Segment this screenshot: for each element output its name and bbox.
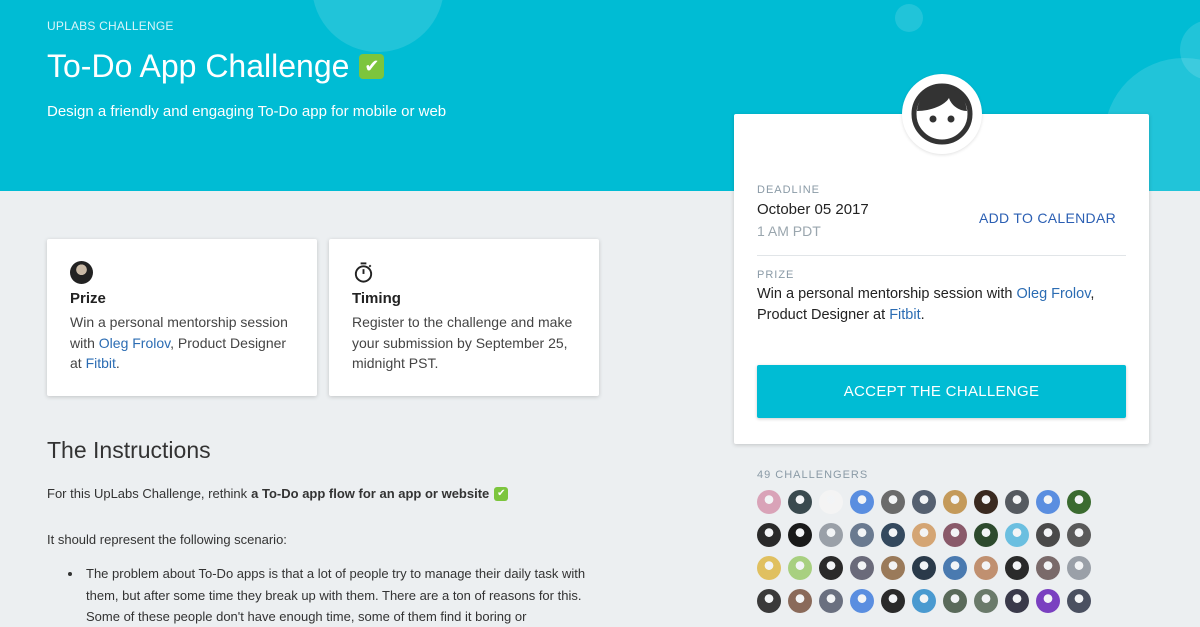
challenger-avatar[interactable] [757, 589, 781, 613]
oleg-frolov-link[interactable]: Oleg Frolov [1017, 286, 1091, 302]
challenger-avatar[interactable] [850, 490, 874, 514]
challenger-avatar[interactable] [912, 556, 936, 580]
challenger-avatar[interactable] [850, 523, 874, 547]
add-to-calendar-link[interactable]: ADD TO CALENDAR [979, 210, 1116, 226]
challenger-avatar[interactable] [819, 523, 843, 547]
challenger-avatar[interactable] [1005, 589, 1029, 613]
fitbit-link[interactable]: Fitbit [86, 355, 116, 371]
prize-card-title: Prize [70, 290, 106, 307]
challenger-avatar[interactable] [912, 490, 936, 514]
challenger-avatar[interactable] [974, 490, 998, 514]
challenger-avatar[interactable] [1067, 523, 1091, 547]
prize-body-text: . [115, 355, 120, 371]
deadline-label: DEADLINE [757, 184, 821, 196]
challenger-avatar[interactable] [819, 556, 843, 580]
challenger-avatar[interactable] [881, 556, 905, 580]
challenger-avatar[interactable] [881, 523, 905, 547]
challenger-avatar[interactable] [788, 523, 812, 547]
prize-label: PRIZE [757, 269, 795, 281]
instructions-intro: For this UpLabs Challenge, rethink a To-… [47, 486, 509, 501]
accept-challenge-button[interactable]: ACCEPT THE CHALLENGE [757, 365, 1126, 418]
challenger-avatar[interactable] [819, 589, 843, 613]
challenger-avatar[interactable] [1036, 523, 1060, 547]
timing-card: Timing Register to the challenge and mak… [329, 239, 599, 396]
challenger-avatar[interactable] [757, 490, 781, 514]
challengers-count-label: 49 CHALLENGERS [757, 469, 869, 481]
page-subtitle: Design a friendly and engaging To-Do app… [47, 103, 447, 120]
challenger-avatar[interactable] [850, 589, 874, 613]
face-icon [911, 83, 973, 145]
prize-description-text: Win a personal mentorship session with [757, 286, 1017, 302]
page-title-text: To-Do App Challenge [47, 48, 350, 84]
challenge-avatar [902, 74, 982, 154]
timing-card-title: Timing [352, 290, 401, 307]
challenger-avatar[interactable] [757, 523, 781, 547]
challenger-avatar[interactable] [757, 556, 781, 580]
challenger-avatar[interactable] [943, 589, 967, 613]
instructions-heading: The Instructions [47, 437, 211, 463]
challenger-avatar[interactable] [850, 556, 874, 580]
fitbit-link[interactable]: Fitbit [889, 307, 920, 323]
challenger-avatar[interactable] [1005, 556, 1029, 580]
oleg-frolov-link[interactable]: Oleg Frolov [99, 335, 170, 351]
challenger-avatar[interactable] [1067, 589, 1091, 613]
instructions-scenario: It should represent the following scenar… [47, 532, 287, 547]
challenger-avatar[interactable] [943, 523, 967, 547]
challenger-avatar[interactable] [788, 490, 812, 514]
prize-description: Win a personal mentorship session with O… [757, 284, 1132, 326]
challenger-avatar[interactable] [912, 589, 936, 613]
challenger-avatar[interactable] [881, 490, 905, 514]
prize-card: Prize Win a personal mentorship session … [47, 239, 317, 396]
challenger-avatar[interactable] [881, 589, 905, 613]
prize-description-text: . [920, 307, 925, 323]
instructions-intro-bold: a To-Do app flow for an app or website [251, 486, 490, 501]
challenger-avatar[interactable] [974, 523, 998, 547]
avatar-icon [70, 261, 93, 284]
challenger-avatar[interactable] [974, 589, 998, 613]
bullet-dot-icon [68, 572, 72, 576]
timing-card-body: Register to the challenge and make your … [352, 314, 573, 371]
decorative-bubble [895, 4, 923, 32]
challenger-avatar[interactable] [943, 490, 967, 514]
challenger-avatar[interactable] [788, 556, 812, 580]
stopwatch-icon [354, 262, 373, 283]
challenger-avatar[interactable] [788, 589, 812, 613]
challenger-avatar[interactable] [1036, 490, 1060, 514]
prize-card-body: Win a personal mentorship session with O… [70, 312, 295, 374]
challenger-avatar[interactable] [1036, 589, 1060, 613]
deadline-date: October 05 2017 [757, 201, 869, 218]
page-title: To-Do App Challenge ✔ [47, 48, 385, 85]
list-item: The problem about To-Do apps is that a l… [86, 566, 586, 624]
divider [757, 255, 1126, 256]
instructions-list: The problem about To-Do apps is that a l… [68, 563, 608, 627]
challenger-avatar[interactable] [1036, 556, 1060, 580]
challenger-avatar[interactable] [1067, 556, 1091, 580]
challenge-kicker: UPLABS CHALLENGE [47, 19, 174, 33]
decorative-bubble [312, 0, 444, 52]
instructions-intro-text: For this UpLabs Challenge, rethink [47, 486, 248, 501]
challenger-avatar[interactable] [912, 523, 936, 547]
challengers-avatar-grid [757, 490, 1097, 613]
challenger-avatar[interactable] [974, 556, 998, 580]
deadline-time: 1 AM PDT [757, 223, 821, 239]
challenger-avatar[interactable] [1005, 523, 1029, 547]
challenger-avatar[interactable] [1005, 490, 1029, 514]
challenger-avatar[interactable] [943, 556, 967, 580]
challenger-avatar[interactable] [819, 490, 843, 514]
challenger-avatar[interactable] [1067, 490, 1091, 514]
checkmark-emoji-icon: ✔ [494, 486, 509, 501]
checkmark-emoji-icon: ✔ [359, 54, 385, 79]
